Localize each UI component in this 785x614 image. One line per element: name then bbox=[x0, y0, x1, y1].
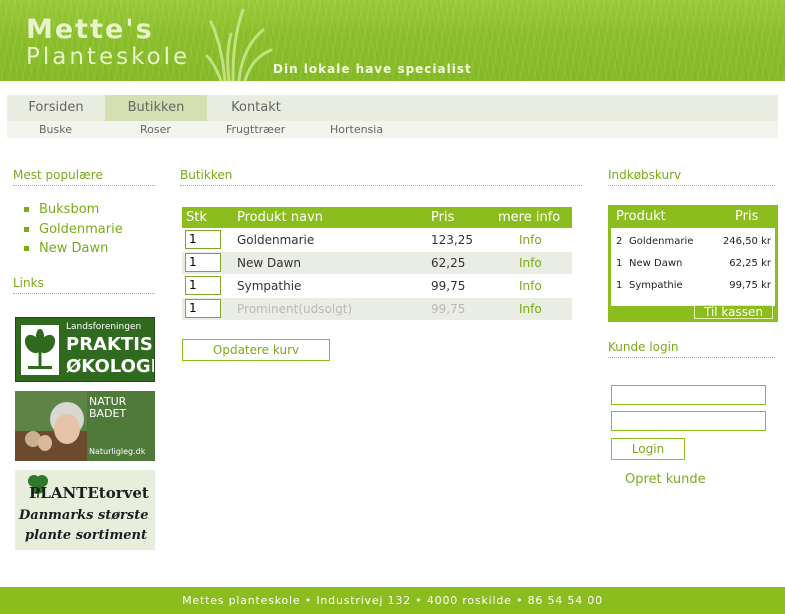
slogan: Din lokale have specialist bbox=[273, 62, 472, 76]
product-price: 99,75 bbox=[431, 302, 466, 316]
list-item: 2 Goldenmarie 246,50 kr bbox=[611, 231, 775, 253]
product-name: New Dawn bbox=[237, 256, 302, 270]
bullet-icon bbox=[24, 226, 29, 232]
table-row: 1 New Dawn 62,25 Info bbox=[182, 252, 572, 274]
nav-item-kontakt[interactable]: Kontakt bbox=[207, 95, 305, 121]
list-item[interactable]: Goldenmarie bbox=[24, 220, 123, 240]
cart-table-header: Stk Produkt navn Pris mere info bbox=[182, 207, 572, 228]
col-price: Pris bbox=[431, 210, 455, 225]
mini-cart-list: 2 Goldenmarie 246,50 kr 1 New Dawn 62,25… bbox=[611, 228, 775, 306]
cart-item-name: New Dawn bbox=[629, 258, 683, 269]
praktisk-okologi-banner[interactable]: Landsforeningen PRAKTISK ØKOLOGI bbox=[15, 317, 155, 382]
banner-text: Landsforeningen bbox=[66, 322, 142, 332]
product-price: 123,25 bbox=[431, 233, 473, 247]
list-item: 1 Sympathie 99,75 kr bbox=[611, 275, 775, 297]
quantity-input[interactable]: 1 bbox=[185, 230, 221, 249]
cart-item-price: 62,25 kr bbox=[729, 258, 771, 269]
update-cart-button[interactable]: Opdatere kurv bbox=[182, 339, 330, 361]
product-price: 62,25 bbox=[431, 256, 466, 270]
login-heading: Kunde login bbox=[608, 340, 775, 358]
cart-item-name: Goldenmarie bbox=[629, 236, 694, 247]
subnav-item-buske[interactable]: Buske bbox=[39, 121, 72, 138]
cart-item-price: 246,50 kr bbox=[722, 236, 771, 247]
sprout-logo-icon bbox=[21, 325, 59, 375]
cart-heading: Indkøbskurv bbox=[608, 168, 775, 186]
mini-cart-col-product: Produkt bbox=[616, 209, 666, 224]
site-header: Mette's Planteskole Din lokale have spec… bbox=[0, 0, 785, 81]
quantity-input[interactable]: 1 bbox=[185, 253, 221, 272]
banner-text: BADET bbox=[89, 407, 127, 420]
product-price: 99,75 bbox=[431, 279, 466, 293]
banner-text: PLANTEtorvet bbox=[29, 484, 149, 502]
quantity-input[interactable]: 1 bbox=[185, 276, 221, 295]
mini-cart-col-price: Pris bbox=[735, 209, 759, 224]
banner-text: ØKOLOGI bbox=[66, 356, 155, 377]
naturbadet-banner[interactable]: NATUR BADET Naturligleg.dk bbox=[15, 391, 155, 461]
mini-cart-header: Produkt Pris bbox=[608, 205, 778, 228]
password-field[interactable] bbox=[611, 411, 766, 431]
col-qty: Stk bbox=[186, 210, 207, 225]
info-link[interactable]: Info bbox=[519, 252, 542, 274]
mini-cart: Produkt Pris 2 Goldenmarie 246,50 kr 1 N… bbox=[608, 205, 778, 322]
popular-heading: Mest populære bbox=[13, 168, 155, 186]
checkout-button[interactable]: Til kassen bbox=[694, 305, 773, 319]
popular-link[interactable]: New Dawn bbox=[39, 241, 108, 256]
table-row: 1 Sympathie 99,75 Info bbox=[182, 275, 572, 297]
links-heading: Links bbox=[13, 276, 155, 294]
cart-item-qty: 1 bbox=[616, 258, 623, 269]
quantity-input[interactable]: 1 bbox=[185, 299, 221, 318]
cart-item-price: 99,75 kr bbox=[729, 280, 771, 291]
login-button[interactable]: Login bbox=[611, 438, 685, 460]
sub-nav: Buske Roser Frugttræer Hortensia bbox=[7, 121, 778, 138]
subnav-item-frugttraeer[interactable]: Frugttræer bbox=[226, 121, 285, 138]
product-name: Goldenmarie bbox=[237, 233, 315, 247]
logo-subtitle[interactable]: Planteskole bbox=[26, 44, 190, 70]
list-item[interactable]: Buksbom bbox=[24, 200, 123, 220]
product-name: Sympathie bbox=[237, 279, 302, 293]
col-product-name: Produkt navn bbox=[237, 210, 324, 225]
plantetorvet-banner[interactable]: PLANTEtorvet Danmarks største plante sor… bbox=[15, 470, 155, 550]
popular-link[interactable]: Buksbom bbox=[39, 202, 99, 217]
subnav-item-hortensia[interactable]: Hortensia bbox=[330, 121, 383, 138]
subnav-item-roser[interactable]: Roser bbox=[140, 121, 171, 138]
banner-text: Naturligleg.dk bbox=[89, 447, 146, 456]
popular-link[interactable]: Goldenmarie bbox=[39, 222, 123, 237]
cart-item-qty: 2 bbox=[616, 236, 623, 247]
bullet-icon bbox=[24, 246, 29, 251]
banner-text: Danmarks største bbox=[19, 508, 149, 523]
nav-item-forsiden[interactable]: Forsiden bbox=[7, 95, 105, 121]
info-link[interactable]: Info bbox=[519, 298, 542, 320]
col-more-info: mere info bbox=[498, 210, 561, 225]
popular-list: Buksbom Goldenmarie New Dawn bbox=[24, 200, 123, 259]
list-item[interactable]: New Dawn bbox=[24, 239, 123, 259]
nav-item-butikken[interactable]: Butikken bbox=[105, 95, 207, 121]
banner-text: plante sortiment bbox=[25, 528, 147, 543]
product-name: Prominent(udsolgt) bbox=[237, 302, 353, 316]
cart-item-name: Sympathie bbox=[629, 280, 683, 291]
logo-title[interactable]: Mette's bbox=[26, 14, 154, 45]
table-row: 1 Prominent(udsolgt) 99,75 Info bbox=[182, 298, 572, 320]
site-footer: Mettes planteskole • Industrivej 132 • 4… bbox=[0, 587, 785, 614]
cart-item-qty: 1 bbox=[616, 280, 623, 291]
bullet-icon bbox=[24, 207, 29, 212]
list-item: 1 New Dawn 62,25 kr bbox=[611, 253, 775, 275]
info-link[interactable]: Info bbox=[519, 275, 542, 297]
username-field[interactable] bbox=[611, 385, 766, 405]
table-row: 1 Goldenmarie 123,25 Info bbox=[182, 229, 572, 251]
create-customer-link[interactable]: Opret kunde bbox=[625, 472, 706, 487]
main-nav: Forsiden Butikken Kontakt bbox=[7, 95, 778, 121]
banner-text: PRAKTISK bbox=[66, 334, 154, 355]
shop-heading: Butikken bbox=[180, 168, 582, 186]
info-link[interactable]: Info bbox=[519, 229, 542, 251]
